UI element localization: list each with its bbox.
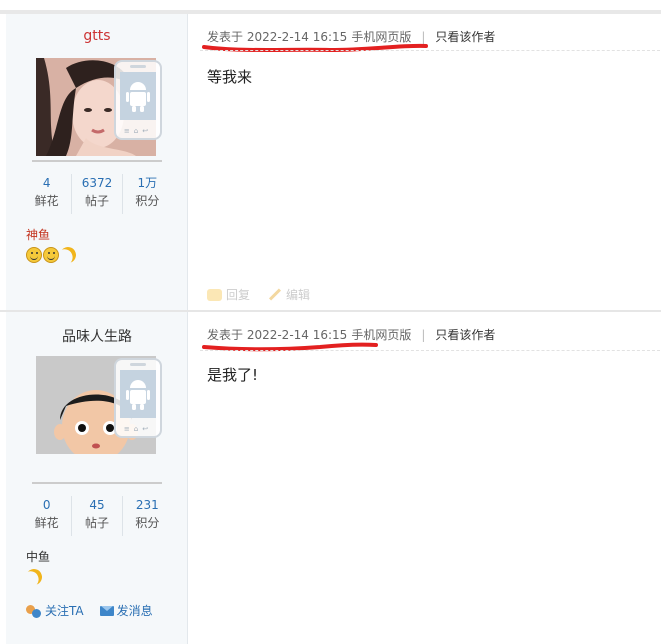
follow-button[interactable]: 关注TA [26,602,84,619]
mobile-client-icon: ≡⌂↩ [114,60,162,140]
mail-icon [99,605,114,616]
author-username[interactable]: gtts [6,28,188,44]
stat-flowers[interactable]: 0 鲜花 [22,496,73,536]
red-underline-annotation [202,43,428,53]
medal-list [26,569,42,585]
moon-icon [24,567,45,588]
user-rank: 中鱼 [26,550,51,564]
stat-points[interactable]: 1万 积分 [123,174,172,214]
post-content: 是我了! [207,366,259,384]
author-sidebar: gtts ≡⌂↩ 4 鲜花 6372 帖子 1万 积分 神鱼 [6,14,188,310]
smile-icon [43,247,59,263]
moon-icon [58,245,79,266]
medal-list [26,247,76,263]
smile-icon [26,247,42,263]
red-underline-annotation [202,342,378,352]
post-content: 等我来 [207,68,253,86]
author-sidebar: 品味人生路 ≡⌂↩ 0 鲜花 45 帖子 231 积分 中鱼 关注TA 发消息 [6,312,188,644]
top-border [0,0,661,14]
author-stats: 4 鲜花 6372 帖子 1万 积分 [22,174,172,214]
user-rank: 神鱼 [26,228,51,242]
edit-button[interactable]: 编辑 [268,286,310,303]
stat-flowers[interactable]: 4 鲜花 [22,174,73,214]
author-stats: 0 鲜花 45 帖子 231 积分 [22,496,172,536]
user-actions: 关注TA 发消息 [26,602,153,619]
avatar[interactable]: ≡⌂↩ [36,356,162,456]
reply-button[interactable]: 回复 [207,286,250,303]
post-2: 品味人生路 ≡⌂↩ 0 鲜花 45 帖子 231 积分 中鱼 关注TA 发消息 … [0,312,661,644]
pencil-icon [269,288,282,301]
stat-posts[interactable]: 45 帖子 [72,496,123,536]
only-author-link[interactable]: 只看该作者 [435,326,495,343]
author-username[interactable]: 品味人生路 [6,326,188,346]
post-1: gtts ≡⌂↩ 4 鲜花 6372 帖子 1万 积分 神鱼 发表于 2022-… [0,14,661,310]
post-actions: 回复 编辑 [207,286,310,303]
stat-posts[interactable]: 6372 帖子 [72,174,123,214]
only-author-link[interactable]: 只看该作者 [435,28,495,45]
reply-icon [207,288,222,301]
stat-points[interactable]: 231 积分 [123,496,172,536]
send-message-button[interactable]: 发消息 [99,602,153,619]
mobile-client-icon: ≡⌂↩ [114,358,162,438]
follow-icon [26,604,42,618]
avatar[interactable]: ≡⌂↩ [36,58,162,158]
